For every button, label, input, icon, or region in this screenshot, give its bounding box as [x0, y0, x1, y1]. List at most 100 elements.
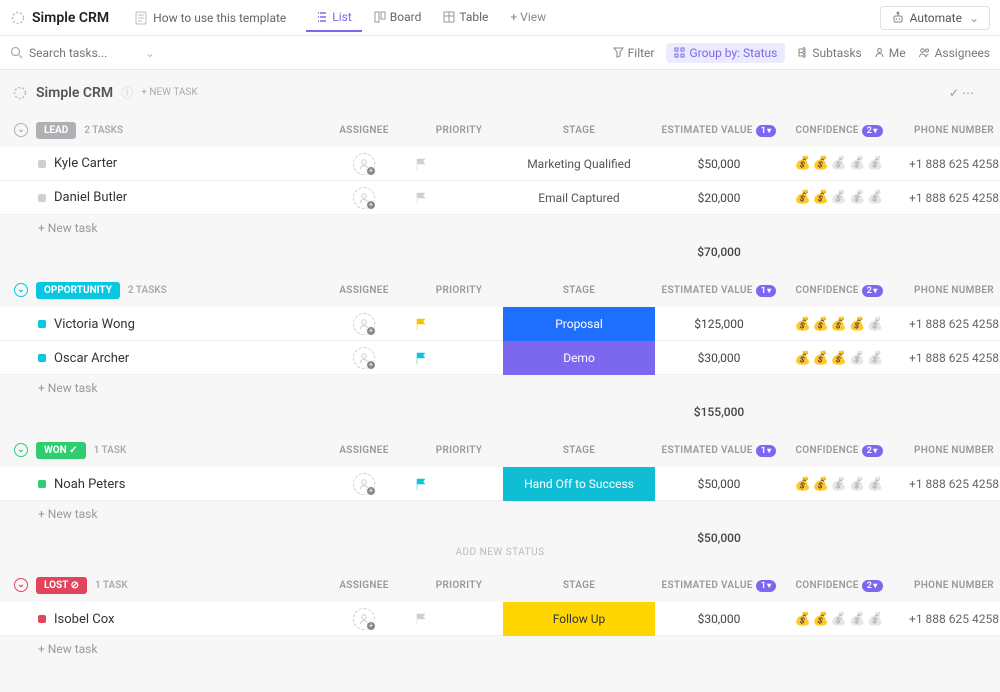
phone-cell: +1 888 625 4258	[894, 191, 1000, 205]
how-to-link[interactable]: How to use this template	[125, 10, 294, 26]
priority-flag-icon[interactable]	[414, 477, 504, 491]
status-pill[interactable]: LEAD	[36, 122, 76, 139]
task-row[interactable]: Victoria Wong+Proposal$125,000💰💰💰💰💰+1 88…	[0, 307, 1000, 341]
collapse-icon[interactable]: ⌄	[14, 283, 28, 297]
task-name: Isobel Cox	[54, 612, 114, 627]
automate-button[interactable]: Automate ⌄	[880, 6, 990, 30]
assignee-avatar[interactable]: +	[353, 187, 375, 209]
status-square-icon	[38, 354, 46, 362]
list-icon	[12, 85, 28, 101]
money-bag-icon: 💰	[831, 190, 847, 205]
person-icon	[874, 47, 885, 58]
stage-chip[interactable]: Proposal	[503, 307, 655, 341]
money-bag-icon: 💰	[849, 317, 865, 332]
task-row[interactable]: Daniel Butler+Email Captured$20,000💰💰💰💰💰…	[0, 181, 1000, 215]
assignee-avatar[interactable]: +	[353, 347, 375, 369]
assignee-avatar[interactable]: +	[353, 313, 375, 335]
estimated-value: $30,000	[654, 612, 784, 626]
money-bag-icon: 💰	[813, 477, 829, 492]
tab-board[interactable]: Board	[364, 4, 432, 32]
estimated-value: $30,000	[654, 351, 784, 365]
add-task-row[interactable]: + New task	[0, 375, 1000, 401]
collapse-icon[interactable]: ⌄	[14, 578, 28, 592]
group-header: ⌄OPPORTUNITY2 TASKSASSIGNEEPRIORITYSTAGE…	[0, 273, 1000, 307]
group-total: $155,000	[0, 401, 1000, 423]
me-button[interactable]: Me	[874, 46, 906, 60]
collapse-icon[interactable]: ⌄	[14, 443, 28, 457]
money-bag-icon: 💰	[795, 477, 811, 492]
doc-icon	[133, 10, 149, 26]
check-menu-icon[interactable]: ✓ ⋯	[949, 86, 988, 100]
add-task-row[interactable]: + New task	[0, 636, 1000, 662]
info-icon[interactable]: ⓘ	[121, 84, 133, 101]
task-name: Kyle Carter	[54, 156, 117, 171]
status-pill[interactable]: OPPORTUNITY	[36, 282, 120, 299]
group-header: ⌄LEAD2 TASKSASSIGNEEPRIORITYSTAGEESTIMAT…	[0, 113, 1000, 147]
board-icon	[374, 11, 386, 23]
tab-table[interactable]: Table	[433, 4, 498, 32]
tab-add-view[interactable]: + View	[500, 4, 556, 32]
priority-flag-icon[interactable]	[414, 317, 504, 331]
task-row[interactable]: Oscar Archer+Demo$30,000💰💰💰💰💰+1 888 625 …	[0, 341, 1000, 375]
list-view-icon	[316, 11, 328, 23]
task-name: Noah Peters	[54, 477, 125, 492]
search-input[interactable]	[29, 46, 139, 60]
task-count: 1 TASK	[95, 580, 128, 591]
group-lead: ⌄LEAD2 TASKSASSIGNEEPRIORITYSTAGEESTIMAT…	[0, 113, 1000, 263]
estimated-value: $50,000	[654, 157, 784, 171]
money-bag-icon: 💰	[795, 351, 811, 366]
table-icon	[443, 11, 455, 23]
confidence-cell: 💰💰💰💰💰	[784, 190, 894, 205]
money-bag-icon: 💰	[867, 156, 883, 171]
priority-flag-icon[interactable]	[414, 351, 504, 365]
phone-cell: +1 888 625 4258	[894, 317, 1000, 331]
task-row[interactable]: Isobel Cox+Follow Up$30,000💰💰💰💰💰+1 888 6…	[0, 602, 1000, 636]
task-name: Daniel Butler	[54, 190, 127, 205]
assignees-button[interactable]: Assignees	[918, 46, 990, 60]
assignee-avatar[interactable]: +	[353, 473, 375, 495]
add-task-row[interactable]: + New task	[0, 501, 1000, 527]
money-bag-icon: 💰	[813, 317, 829, 332]
priority-flag-icon[interactable]	[414, 191, 504, 205]
collapse-icon[interactable]: ⌄	[14, 123, 28, 137]
chevron-down-icon: ⌄	[969, 11, 979, 25]
new-task-top[interactable]: + NEW TASK	[141, 87, 197, 98]
money-bag-icon: 💰	[813, 612, 829, 627]
stage-chip[interactable]: Hand Off to Success	[503, 467, 655, 501]
money-bag-icon: 💰	[813, 190, 829, 205]
status-square-icon	[38, 480, 46, 488]
status-pill[interactable]: WON ✓	[36, 442, 86, 459]
group-header: ⌄WON ✓1 TASKASSIGNEEPRIORITYSTAGEESTIMAT…	[0, 433, 1000, 467]
tab-list[interactable]: List	[306, 4, 362, 32]
assignee-avatar[interactable]: +	[353, 153, 375, 175]
subtasks-button[interactable]: Subtasks	[797, 46, 861, 60]
group-opportunity: ⌄OPPORTUNITY2 TASKSASSIGNEEPRIORITYSTAGE…	[0, 273, 1000, 423]
priority-flag-icon[interactable]	[414, 612, 504, 626]
status-pill[interactable]: LOST ⊘	[36, 577, 87, 594]
add-task-row[interactable]: + New task	[0, 215, 1000, 241]
estimated-value: $50,000	[654, 477, 784, 491]
group-by-button[interactable]: Group by: Status	[666, 43, 785, 63]
filter-button[interactable]: Filter	[613, 46, 655, 60]
stage-chip[interactable]: Demo	[503, 341, 655, 375]
add-new-status[interactable]: ADD NEW STATUS	[0, 547, 1000, 558]
chevron-down-icon[interactable]: ⌄	[145, 46, 155, 60]
stage-text[interactable]: Email Captured	[504, 191, 654, 205]
money-bag-icon: 💰	[849, 612, 865, 627]
status-square-icon	[38, 194, 46, 202]
stage-text[interactable]: Marketing Qualified	[504, 157, 654, 171]
confidence-cell: 💰💰💰💰💰	[784, 477, 894, 492]
task-row[interactable]: Kyle Carter+Marketing Qualified$50,000💰💰…	[0, 147, 1000, 181]
money-bag-icon: 💰	[867, 317, 883, 332]
money-bag-icon: 💰	[831, 317, 847, 332]
breadcrumb: Simple CRM	[36, 85, 113, 101]
priority-flag-icon[interactable]	[414, 157, 504, 171]
stage-chip[interactable]: Follow Up	[503, 602, 655, 636]
group-total: $50,000	[0, 527, 1000, 549]
task-row[interactable]: Noah Peters+Hand Off to Success$50,000💰💰…	[0, 467, 1000, 501]
assignee-avatar[interactable]: +	[353, 608, 375, 630]
subtasks-icon	[797, 47, 808, 58]
task-count: 2 TASKS	[84, 125, 123, 136]
page-title: Simple CRM	[32, 10, 109, 26]
group-lost: ⌄LOST ⊘1 TASKASSIGNEEPRIORITYSTAGEESTIMA…	[0, 568, 1000, 662]
